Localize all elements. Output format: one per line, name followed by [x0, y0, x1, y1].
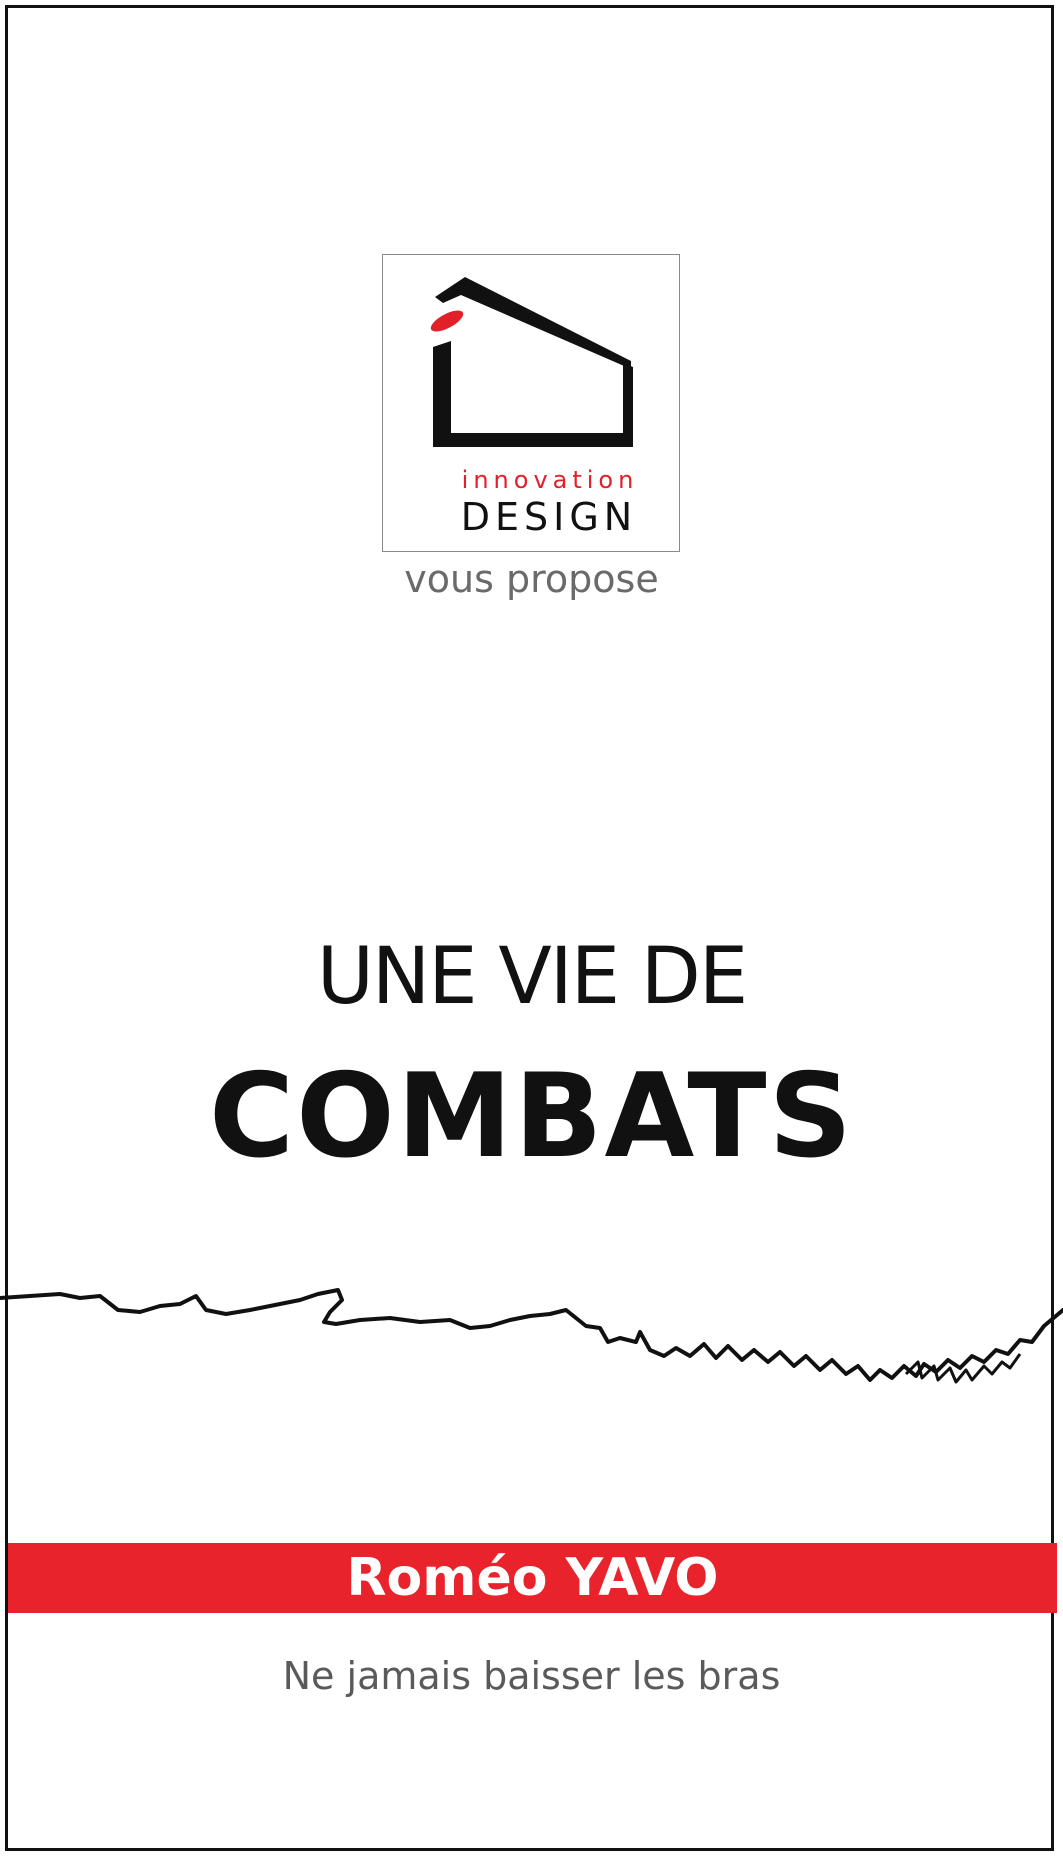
scribble-line-icon [0, 1288, 1063, 1384]
book-title-line1: UNE VIE DE [316, 932, 748, 1022]
brand-name-top: innovation [461, 466, 639, 494]
publisher-logo: innovation DESIGN [382, 254, 680, 552]
book-tagline: Ne jamais baisser les bras [282, 1654, 781, 1698]
brand-name-bottom: DESIGN [460, 495, 638, 539]
book-title-line2: COMBATS [208, 1049, 855, 1184]
author-name: Roméo YAVO [8, 1543, 1057, 1613]
intro-text: vous propose [404, 557, 659, 601]
